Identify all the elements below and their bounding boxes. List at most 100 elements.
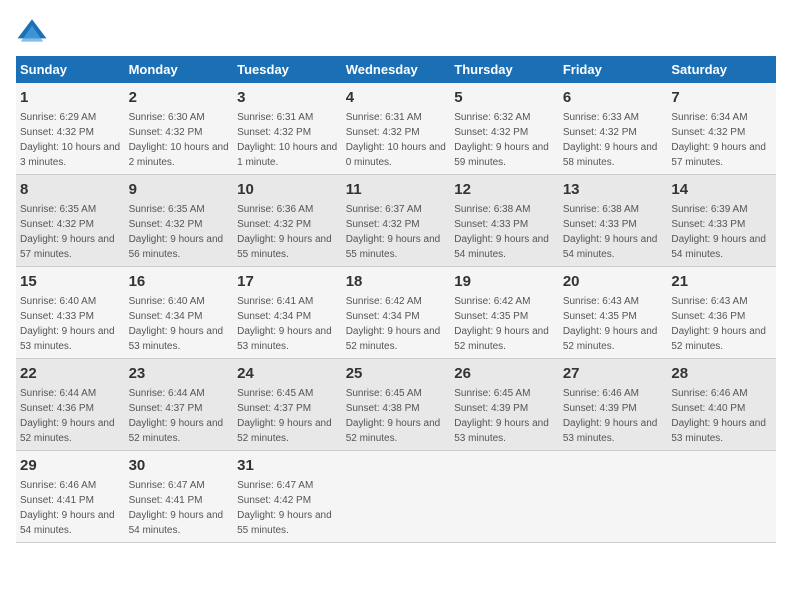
calendar-week-row: 15 Sunrise: 6:40 AM Sunset: 4:33 PM Dayl… xyxy=(16,267,776,359)
calendar-cell xyxy=(559,451,668,543)
daylight-text: Daylight: 9 hours and 52 minutes. xyxy=(671,326,766,352)
day-number: 31 xyxy=(237,455,338,476)
sunset-text: Sunset: 4:36 PM xyxy=(20,403,94,414)
daylight-text: Daylight: 10 hours and 0 minutes. xyxy=(346,142,446,168)
day-number: 5 xyxy=(454,87,555,108)
sunset-text: Sunset: 4:37 PM xyxy=(237,403,311,414)
header-day: Saturday xyxy=(667,56,776,83)
calendar-cell: 15 Sunrise: 6:40 AM Sunset: 4:33 PM Dayl… xyxy=(16,267,125,359)
sunrise-text: Sunrise: 6:40 AM xyxy=(20,296,96,307)
calendar-cell: 17 Sunrise: 6:41 AM Sunset: 4:34 PM Dayl… xyxy=(233,267,342,359)
sunrise-text: Sunrise: 6:40 AM xyxy=(129,296,205,307)
sunset-text: Sunset: 4:34 PM xyxy=(129,311,203,322)
sunrise-text: Sunrise: 6:43 AM xyxy=(671,296,747,307)
calendar-cell: 6 Sunrise: 6:33 AM Sunset: 4:32 PM Dayli… xyxy=(559,83,668,175)
daylight-text: Daylight: 9 hours and 54 minutes. xyxy=(20,510,115,536)
daylight-text: Daylight: 9 hours and 54 minutes. xyxy=(454,234,549,260)
daylight-text: Daylight: 9 hours and 55 minutes. xyxy=(237,234,332,260)
day-number: 27 xyxy=(563,363,664,384)
header-day: Wednesday xyxy=(342,56,451,83)
sunrise-text: Sunrise: 6:44 AM xyxy=(129,388,205,399)
header-day: Friday xyxy=(559,56,668,83)
sunset-text: Sunset: 4:32 PM xyxy=(237,219,311,230)
sunrise-text: Sunrise: 6:31 AM xyxy=(346,112,422,123)
sunset-text: Sunset: 4:32 PM xyxy=(563,127,637,138)
calendar-cell: 21 Sunrise: 6:43 AM Sunset: 4:36 PM Dayl… xyxy=(667,267,776,359)
daylight-text: Daylight: 9 hours and 53 minutes. xyxy=(563,418,658,444)
day-number: 12 xyxy=(454,179,555,200)
sunset-text: Sunset: 4:32 PM xyxy=(346,127,420,138)
sunset-text: Sunset: 4:32 PM xyxy=(20,127,94,138)
sunrise-text: Sunrise: 6:45 AM xyxy=(237,388,313,399)
calendar-cell: 7 Sunrise: 6:34 AM Sunset: 4:32 PM Dayli… xyxy=(667,83,776,175)
calendar-cell: 19 Sunrise: 6:42 AM Sunset: 4:35 PM Dayl… xyxy=(450,267,559,359)
day-number: 22 xyxy=(20,363,121,384)
daylight-text: Daylight: 9 hours and 53 minutes. xyxy=(129,326,224,352)
calendar-cell: 10 Sunrise: 6:36 AM Sunset: 4:32 PM Dayl… xyxy=(233,175,342,267)
sunrise-text: Sunrise: 6:34 AM xyxy=(671,112,747,123)
calendar-cell: 26 Sunrise: 6:45 AM Sunset: 4:39 PM Dayl… xyxy=(450,359,559,451)
calendar-cell: 29 Sunrise: 6:46 AM Sunset: 4:41 PM Dayl… xyxy=(16,451,125,543)
calendar-cell: 24 Sunrise: 6:45 AM Sunset: 4:37 PM Dayl… xyxy=(233,359,342,451)
daylight-text: Daylight: 9 hours and 53 minutes. xyxy=(671,418,766,444)
calendar-cell: 31 Sunrise: 6:47 AM Sunset: 4:42 PM Dayl… xyxy=(233,451,342,543)
sunrise-text: Sunrise: 6:35 AM xyxy=(129,204,205,215)
calendar-cell: 18 Sunrise: 6:42 AM Sunset: 4:34 PM Dayl… xyxy=(342,267,451,359)
calendar-cell: 5 Sunrise: 6:32 AM Sunset: 4:32 PM Dayli… xyxy=(450,83,559,175)
daylight-text: Daylight: 9 hours and 52 minutes. xyxy=(563,326,658,352)
sunrise-text: Sunrise: 6:31 AM xyxy=(237,112,313,123)
calendar-cell: 27 Sunrise: 6:46 AM Sunset: 4:39 PM Dayl… xyxy=(559,359,668,451)
sunrise-text: Sunrise: 6:38 AM xyxy=(454,204,530,215)
sunrise-text: Sunrise: 6:32 AM xyxy=(454,112,530,123)
sunset-text: Sunset: 4:38 PM xyxy=(346,403,420,414)
calendar-cell: 22 Sunrise: 6:44 AM Sunset: 4:36 PM Dayl… xyxy=(16,359,125,451)
sunrise-text: Sunrise: 6:46 AM xyxy=(671,388,747,399)
sunset-text: Sunset: 4:35 PM xyxy=(563,311,637,322)
sunrise-text: Sunrise: 6:45 AM xyxy=(346,388,422,399)
calendar-cell: 25 Sunrise: 6:45 AM Sunset: 4:38 PM Dayl… xyxy=(342,359,451,451)
sunrise-text: Sunrise: 6:35 AM xyxy=(20,204,96,215)
day-number: 4 xyxy=(346,87,447,108)
sunrise-text: Sunrise: 6:37 AM xyxy=(346,204,422,215)
sunrise-text: Sunrise: 6:42 AM xyxy=(346,296,422,307)
daylight-text: Daylight: 9 hours and 55 minutes. xyxy=(237,510,332,536)
sunset-text: Sunset: 4:39 PM xyxy=(454,403,528,414)
logo xyxy=(16,16,52,48)
daylight-text: Daylight: 10 hours and 2 minutes. xyxy=(129,142,229,168)
sunrise-text: Sunrise: 6:42 AM xyxy=(454,296,530,307)
sunrise-text: Sunrise: 6:33 AM xyxy=(563,112,639,123)
daylight-text: Daylight: 9 hours and 53 minutes. xyxy=(20,326,115,352)
daylight-text: Daylight: 9 hours and 52 minutes. xyxy=(20,418,115,444)
day-number: 9 xyxy=(129,179,230,200)
sunset-text: Sunset: 4:32 PM xyxy=(129,127,203,138)
header-day: Tuesday xyxy=(233,56,342,83)
sunrise-text: Sunrise: 6:41 AM xyxy=(237,296,313,307)
calendar-cell: 12 Sunrise: 6:38 AM Sunset: 4:33 PM Dayl… xyxy=(450,175,559,267)
sunrise-text: Sunrise: 6:38 AM xyxy=(563,204,639,215)
sunset-text: Sunset: 4:32 PM xyxy=(454,127,528,138)
daylight-text: Daylight: 9 hours and 52 minutes. xyxy=(237,418,332,444)
day-number: 6 xyxy=(563,87,664,108)
daylight-text: Daylight: 9 hours and 52 minutes. xyxy=(346,418,441,444)
calendar-table: SundayMondayTuesdayWednesdayThursdayFrid… xyxy=(16,56,776,543)
day-number: 10 xyxy=(237,179,338,200)
day-number: 17 xyxy=(237,271,338,292)
day-number: 14 xyxy=(671,179,772,200)
day-number: 7 xyxy=(671,87,772,108)
daylight-text: Daylight: 9 hours and 54 minutes. xyxy=(563,234,658,260)
sunset-text: Sunset: 4:41 PM xyxy=(20,495,94,506)
calendar-week-row: 22 Sunrise: 6:44 AM Sunset: 4:36 PM Dayl… xyxy=(16,359,776,451)
day-number: 19 xyxy=(454,271,555,292)
calendar-cell xyxy=(450,451,559,543)
day-number: 30 xyxy=(129,455,230,476)
sunrise-text: Sunrise: 6:46 AM xyxy=(20,480,96,491)
daylight-text: Daylight: 9 hours and 52 minutes. xyxy=(454,326,549,352)
calendar-cell: 1 Sunrise: 6:29 AM Sunset: 4:32 PM Dayli… xyxy=(16,83,125,175)
daylight-text: Daylight: 9 hours and 56 minutes. xyxy=(129,234,224,260)
calendar-cell: 3 Sunrise: 6:31 AM Sunset: 4:32 PM Dayli… xyxy=(233,83,342,175)
sunset-text: Sunset: 4:33 PM xyxy=(671,219,745,230)
sunset-text: Sunset: 4:32 PM xyxy=(237,127,311,138)
calendar-cell xyxy=(342,451,451,543)
day-number: 11 xyxy=(346,179,447,200)
calendar-week-row: 1 Sunrise: 6:29 AM Sunset: 4:32 PM Dayli… xyxy=(16,83,776,175)
